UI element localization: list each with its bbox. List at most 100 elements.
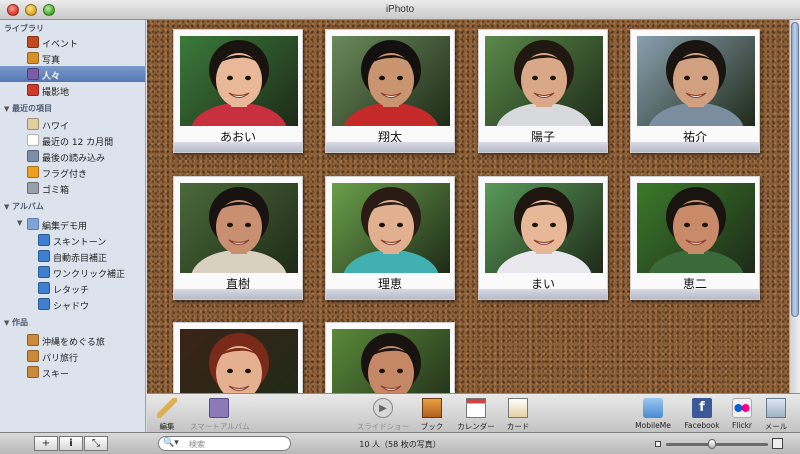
play-icon: ▶ xyxy=(373,398,393,418)
sidebar-item[interactable]: ワンクリック補正 xyxy=(0,264,145,280)
face-card[interactable]: あおい xyxy=(173,29,303,153)
face-card[interactable]: 理恵 xyxy=(325,176,455,300)
sidebar-item[interactable]: 自動赤目補正 xyxy=(0,248,145,264)
face-photo[interactable] xyxy=(180,329,298,393)
facebook-icon: f xyxy=(692,398,712,418)
sidebar-item[interactable]: シャドウ xyxy=(0,296,145,312)
zoom-slider-knob[interactable] xyxy=(707,439,716,449)
vertical-scrollbar[interactable] xyxy=(789,20,800,393)
sidebar-item-label: 写真 xyxy=(42,56,61,66)
status-bar: + i ⤡ 🔍▾ 検索 10 人（58 枚の写真） xyxy=(0,432,800,454)
toolbar-button-center-3[interactable]: カード xyxy=(489,397,547,431)
sidebar-item[interactable]: レタッチ xyxy=(0,280,145,296)
face-portrait-icon xyxy=(343,187,439,273)
disclosure-triangle-icon[interactable]: ▼ xyxy=(4,203,12,211)
source-list-sidebar: ライブラリ イベント 写真 人々 撮影地 ▼ 最近の項目 ハワイ 最近の 12 カ月間 最後の読み… xyxy=(0,20,146,432)
face-card[interactable]: 翔太 xyxy=(325,29,455,153)
sidebar-item-label: フラグ付き xyxy=(42,170,88,180)
face-photo[interactable] xyxy=(485,183,603,273)
disclosure-triangle-icon[interactable]: ▼ xyxy=(17,219,22,227)
sidebar-item[interactable]: 人々 xyxy=(0,66,145,82)
face-card[interactable] xyxy=(325,322,455,393)
toolbar-button-label: メール xyxy=(764,422,788,431)
smart-album-icon xyxy=(38,298,50,310)
sidebar-item-label: 自動赤目補正 xyxy=(53,254,108,264)
sidebar-item[interactable]: ハワイ xyxy=(0,116,145,132)
zoom-slider[interactable] xyxy=(666,443,768,446)
sidebar-item-label: 編集デモ用 xyxy=(42,222,88,232)
face-photo[interactable] xyxy=(180,36,298,126)
sidebar-section-header: ライブラリ xyxy=(4,23,44,34)
sidebar-folder[interactable]: ▼ 編集デモ用 xyxy=(0,216,145,232)
book-icon xyxy=(27,334,39,346)
sidebar-item[interactable]: スキントーン xyxy=(0,232,145,248)
sidebar-item[interactable]: スキー xyxy=(0,364,145,380)
sidebar-item[interactable]: イベント xyxy=(0,34,145,50)
face-photo[interactable] xyxy=(485,36,603,126)
iphoto-window: iPhoto ライブラリ イベント 写真 人々 撮影地 ▼ 最近の項目 ハワイ 最近の 12 カ… xyxy=(0,0,800,454)
sidebar-item[interactable]: 写真 xyxy=(0,50,145,66)
face-portrait-icon xyxy=(496,40,592,126)
face-card[interactable]: まい xyxy=(478,176,608,300)
face-portrait-icon xyxy=(648,187,744,273)
sidebar-section-label: ライブラリ xyxy=(4,24,44,33)
calendar-icon xyxy=(27,134,39,146)
toolbar-button-label: 編集 xyxy=(159,422,175,431)
face-photo[interactable] xyxy=(180,183,298,273)
card-bottom-strip xyxy=(631,142,759,152)
face-card[interactable] xyxy=(173,322,303,393)
face-card[interactable]: 直樹 xyxy=(173,176,303,300)
face-photo[interactable] xyxy=(332,183,450,273)
smart-album-icon xyxy=(38,282,50,294)
bottom-toolbar: 編集 スマートアルバム ▶ スライドショー ブック カレンダー カード MobileMe f Fa… xyxy=(147,393,800,432)
sidebar-item[interactable]: パリ旅行 xyxy=(0,348,145,364)
sidebar-item[interactable]: 撮影地 xyxy=(0,82,145,98)
sidebar-item-label: 沖縄をめぐる旅 xyxy=(42,338,105,348)
mail-icon xyxy=(766,398,786,418)
face-card[interactable]: 陽子 xyxy=(478,29,608,153)
toolbar-button-left-1[interactable]: スマートアルバム xyxy=(190,397,250,431)
face-photo[interactable] xyxy=(332,329,450,393)
import-icon xyxy=(27,150,39,162)
face-photo[interactable] xyxy=(332,36,450,126)
sidebar-item-label: 最近の 12 カ月間 xyxy=(42,138,114,148)
card-bottom-strip xyxy=(174,142,302,152)
sidebar-item[interactable]: 沖縄をめぐる旅 xyxy=(0,332,145,348)
card-icon xyxy=(508,398,528,418)
face-photo[interactable] xyxy=(637,36,755,126)
sidebar-item[interactable]: フラグ付き xyxy=(0,164,145,180)
events-icon xyxy=(27,36,39,48)
sidebar-item[interactable]: 最後の読み込み xyxy=(0,148,145,164)
disclosure-triangle-icon[interactable]: ▼ xyxy=(4,105,12,113)
faces-corkboard: あおい 翔太 陽子 祐介直樹 理恵 まい 恵二 xyxy=(147,20,789,393)
scrollbar-thumb[interactable] xyxy=(791,22,799,317)
zoom-small-icon xyxy=(655,441,661,447)
book-icon xyxy=(27,350,39,362)
sidebar-item-label: 最後の読み込み xyxy=(42,154,106,164)
sidebar-section-header: ▼ アルバム xyxy=(4,201,44,212)
sidebar-item[interactable]: ゴミ箱 xyxy=(0,180,145,196)
sidebar-section-label: 最近の項目 xyxy=(12,104,52,113)
face-portrait-icon xyxy=(191,40,287,126)
sidebar-item[interactable]: 最近の 12 カ月間 xyxy=(0,132,145,148)
face-photo[interactable] xyxy=(637,183,755,273)
card-bottom-strip xyxy=(479,289,607,299)
face-card[interactable]: 祐介 xyxy=(630,29,760,153)
sidebar-item-label: スキントーン xyxy=(53,238,107,248)
face-portrait-icon xyxy=(361,333,421,393)
toolbar-button-right-3[interactable]: メール xyxy=(747,397,800,431)
card-bottom-strip xyxy=(174,289,302,299)
faces-icon xyxy=(27,68,39,80)
book-icon xyxy=(27,366,39,378)
sidebar-item-label: レタッチ xyxy=(53,286,90,296)
toolbar-button-left-0[interactable]: 編集 xyxy=(138,397,196,431)
zoom-large-icon xyxy=(772,438,783,449)
calendar-icon xyxy=(466,398,486,418)
face-portrait-icon xyxy=(191,187,287,273)
sidebar-section-label: 作品 xyxy=(12,318,28,327)
hawaii-album-icon xyxy=(27,118,39,130)
face-card[interactable]: 恵二 xyxy=(630,176,760,300)
disclosure-triangle-icon[interactable]: ▼ xyxy=(4,319,12,327)
pencil-icon xyxy=(157,398,177,418)
sidebar-item-label: シャドウ xyxy=(53,302,90,312)
